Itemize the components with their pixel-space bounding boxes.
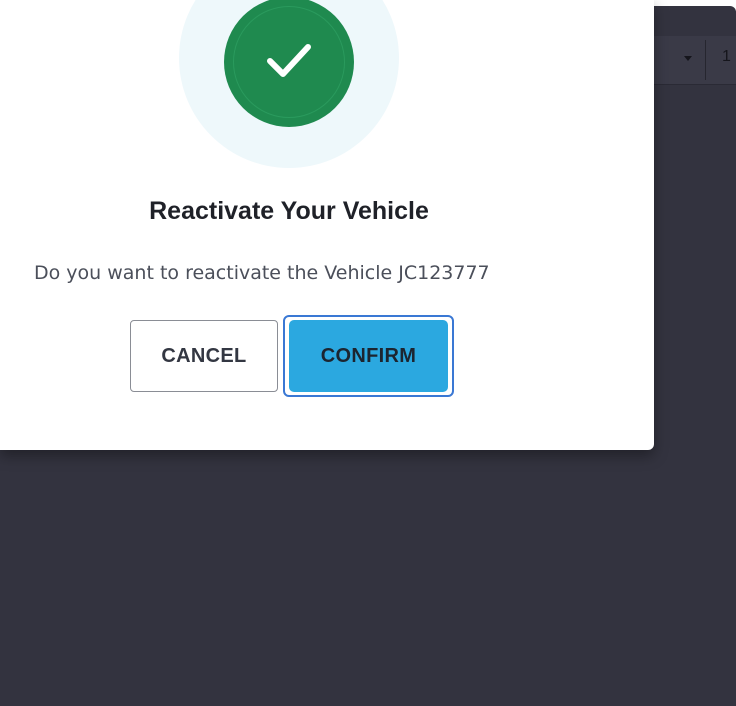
dialog-message: Do you want to reactivate the Vehicle JC… <box>34 262 490 284</box>
dropdown-caret-icon[interactable] <box>684 56 692 61</box>
toolbar-divider <box>705 40 706 80</box>
checkmark-icon <box>267 44 311 77</box>
background-toolbar: 1 <box>654 36 736 85</box>
reactivate-dialog: Reactivate Your Vehicle Do you want to r… <box>0 0 654 450</box>
dialog-title: Reactivate Your Vehicle <box>149 197 429 225</box>
cancel-button[interactable]: CANCEL <box>130 320 278 392</box>
confirm-button[interactable]: CONFIRM <box>289 320 448 392</box>
success-badge <box>224 0 354 127</box>
screen: 1 Reactivate Your Vehicle Do you want to… <box>0 0 736 706</box>
toolbar-value: 1 <box>722 48 731 65</box>
